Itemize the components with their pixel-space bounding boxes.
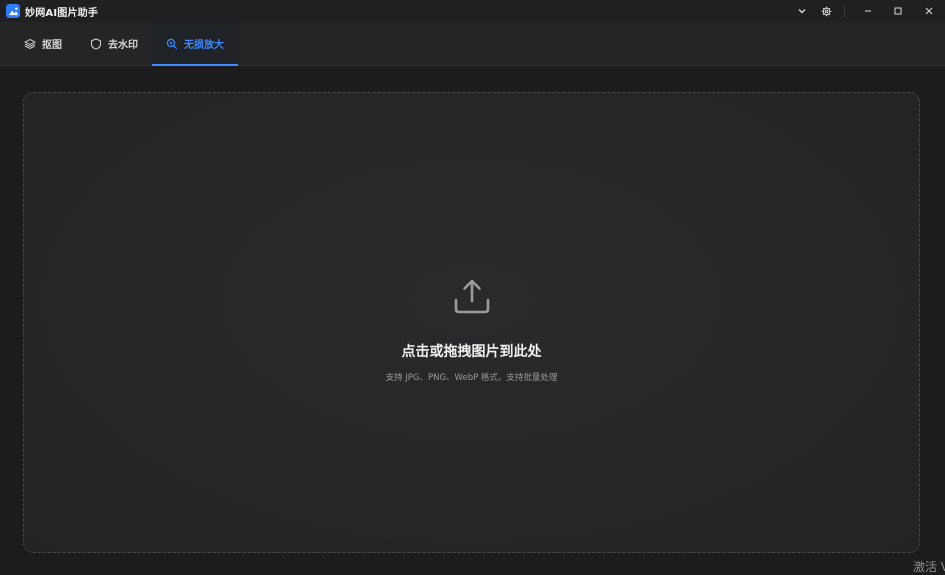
- dropzone-title: 点击或拖拽图片到此处: [401, 344, 542, 360]
- tab-label: 抠图: [42, 40, 62, 51]
- window-controls: [790, 0, 945, 22]
- upload-icon: [452, 276, 492, 316]
- tab-label: 去水印: [108, 40, 138, 51]
- main-area: 点击或拖拽图片到此处 支持 JPG、PNG、WebP 格式，支持批量处理 激活 …: [0, 67, 945, 575]
- dropzone-subtitle: 支持 JPG、PNG、WebP 格式，支持批量处理: [385, 373, 558, 383]
- minimize-icon[interactable]: [853, 0, 883, 22]
- maximize-icon[interactable]: [883, 0, 913, 22]
- gear-icon[interactable]: [814, 0, 838, 22]
- tab-label: 无损放大: [184, 40, 224, 51]
- shield-icon: [90, 37, 102, 50]
- upload-dropzone[interactable]: 点击或拖拽图片到此处 支持 JPG、PNG、WebP 格式，支持批量处理: [23, 92, 920, 553]
- divider: [844, 5, 845, 17]
- os-activation-overlay: 激活 V: [912, 560, 945, 574]
- title-bar: 妙网AI图片助手: [0, 0, 945, 22]
- app-title: 妙网AI图片助手: [25, 7, 99, 19]
- tab-bar: 抠图 去水印 无损放大: [0, 22, 945, 66]
- tab-lossless-upscale[interactable]: 无损放大: [152, 22, 238, 66]
- tab-cutout[interactable]: 抠图: [10, 22, 76, 65]
- zoom-in-icon: [166, 38, 178, 50]
- app-logo-icon: [6, 4, 20, 18]
- tab-remove-watermark[interactable]: 去水印: [76, 22, 152, 65]
- close-icon[interactable]: [913, 0, 945, 22]
- layers-icon: [24, 38, 36, 50]
- chevron-down-icon[interactable]: [790, 0, 814, 22]
